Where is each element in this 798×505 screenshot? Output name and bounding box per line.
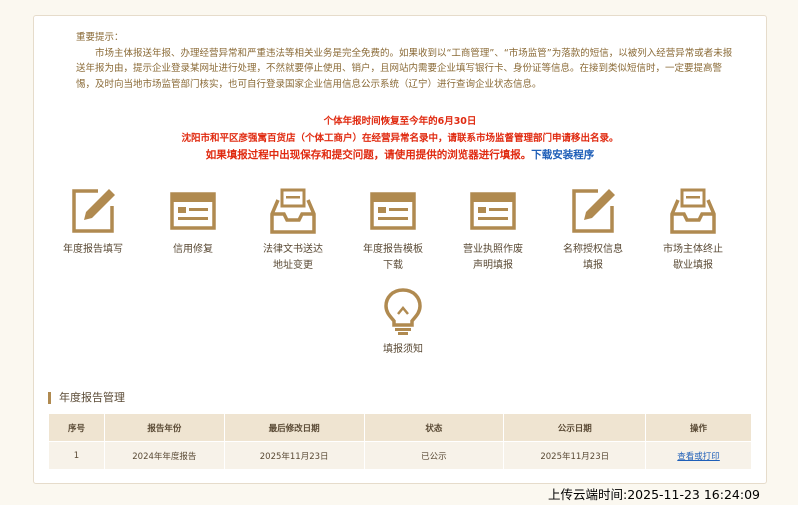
license-void-button[interactable]: 营业执照作废 声明填报 [448, 186, 538, 274]
important-notice: 重要提示： 市场主体报送年报、办理经营异常和严重违法等相关业务是完全免费的。如果… [76, 30, 736, 92]
card-icon [370, 192, 416, 230]
fill-guide-button[interactable]: 填报须知 [358, 286, 448, 358]
edit-icon [572, 189, 615, 233]
inbox-icon [270, 188, 316, 234]
col-header-status: 状态 [363, 413, 505, 442]
icon-label-line2: 下载 [383, 260, 403, 271]
annual-report-fill-button[interactable]: 年度报告填写 [48, 186, 138, 258]
alert-browser-tip: 如果填报过程中出现保存和提交问题，请使用提供的浏览器进行填报。下载安装程序 [34, 147, 766, 162]
view-or-print-link[interactable]: 查看或打印 [677, 452, 720, 462]
template-download-button[interactable]: 年度报告模板 下载 [348, 186, 438, 274]
icon-label-line2: 声明填报 [473, 260, 513, 271]
col-header-no: 序号 [48, 413, 105, 442]
upload-time-overlay: 上传云端时间:2025-11-23 16:24:09 [548, 487, 760, 502]
notice-paragraph: 市场主体报送年报、办理经营异常和严重违法等相关业务是完全免费的。如果收到以“工商… [76, 47, 733, 90]
alert-annual-report-deadline: 个体年报时间恢复至今年的6月30日 [323, 116, 477, 127]
icon-label-line1: 营业执照作废 [463, 244, 523, 255]
cell-no: 1 [48, 441, 105, 470]
legal-doc-address-button[interactable]: 法律文书送达 地址变更 [248, 186, 338, 274]
icon-label-line1: 市场主体终止 [663, 244, 723, 255]
col-header-published: 公示日期 [503, 413, 647, 442]
card-icon [170, 192, 216, 230]
inbox-icon [670, 188, 716, 234]
lightbulb-icon [384, 288, 422, 335]
table-row: 1 2024年年度报告 2025年11月23日 已公示 2025年11月23日 … [48, 441, 752, 470]
browser-tip-text: 如果填报过程中出现保存和提交问题，请使用提供的浏览器进行填报。 [205, 149, 532, 161]
icon-label-line2: 地址变更 [273, 260, 313, 271]
icon-label-line1: 名称授权信息 [563, 244, 623, 255]
icon-label-line1: 年度报告填写 [63, 244, 123, 255]
alert-abnormal-list: 沈阳市和平区彦强寓百货店（个体工商户）在经营异常名录中，请联系市场监督管理部门申… [181, 133, 619, 144]
cell-modified: 2025年11月23日 [223, 441, 365, 470]
credit-repair-button[interactable]: 信用修复 [148, 186, 238, 258]
icon-label-line1: 法律文书送达 [263, 244, 323, 255]
icon-label-line2: 歇业填报 [673, 260, 713, 271]
cell-action: 查看或打印 [645, 441, 752, 470]
cell-year: 2024年年度报告 [103, 441, 225, 470]
icon-label-line1: 信用修复 [173, 244, 213, 255]
icon-label-line1: 年度报告模板 [363, 244, 423, 255]
annual-report-table: 序号 报告年份 最后修改日期 状态 公示日期 操作 1 2024年年度报告 20… [48, 413, 752, 470]
cell-published: 2025年11月23日 [503, 441, 647, 470]
col-header-action: 操作 [645, 413, 752, 442]
notice-heading: 重要提示： [76, 32, 124, 43]
cell-status: 已公示 [363, 441, 505, 470]
download-installer-link[interactable]: 下载安装程序 [531, 149, 594, 161]
card-icon [470, 192, 516, 230]
main-panel: 重要提示： 市场主体报送年报、办理经营异常和严重违法等相关业务是完全免费的。如果… [33, 15, 767, 484]
name-authorization-button[interactable]: 名称授权信息 填报 [548, 186, 638, 274]
section-title-annual-report-management: 年度报告管理 [48, 392, 125, 404]
col-header-year: 报告年份 [103, 413, 225, 442]
table-header-row: 序号 报告年份 最后修改日期 状态 公示日期 操作 [48, 413, 752, 442]
edit-icon [72, 189, 115, 233]
icon-label-line2: 填报 [583, 260, 603, 271]
business-termination-button[interactable]: 市场主体终止 歇业填报 [648, 186, 738, 274]
icon-label-line1: 填报须知 [383, 344, 423, 355]
col-header-modified: 最后修改日期 [223, 413, 365, 442]
